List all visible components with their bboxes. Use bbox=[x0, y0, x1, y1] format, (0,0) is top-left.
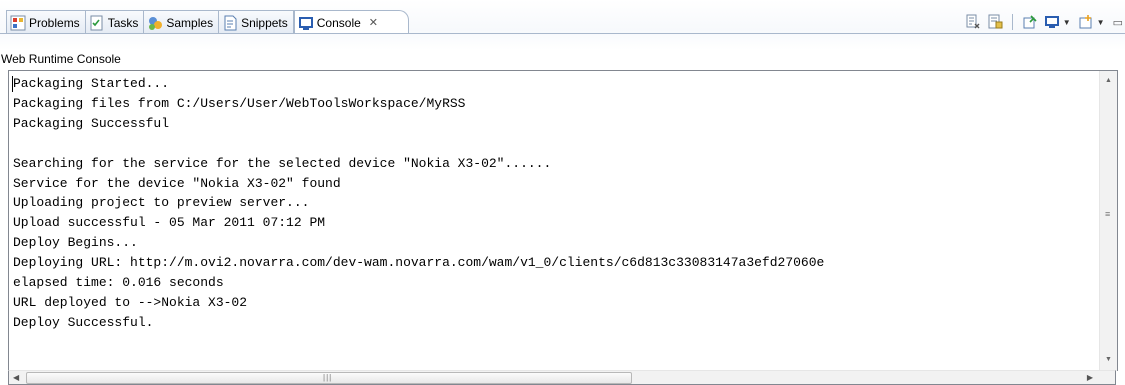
minimize-icon[interactable]: ▭ bbox=[1113, 16, 1125, 29]
tab-label: Samples bbox=[166, 15, 214, 30]
text-caret bbox=[12, 76, 13, 92]
horizontal-scrollbar[interactable]: ◀ ||| ▶ bbox=[8, 370, 1116, 385]
samples-icon bbox=[149, 16, 163, 30]
console-text[interactable]: Packaging Started... Packaging files fro… bbox=[13, 74, 824, 333]
console-line: Searching for the service for the select… bbox=[13, 155, 552, 171]
toolbar-separator bbox=[1011, 14, 1013, 30]
horizontal-scroll-thumb[interactable]: ||| bbox=[26, 372, 632, 384]
console-line: Upload successful - 05 Mar 2011 07:12 PM bbox=[13, 215, 326, 231]
tab-problems[interactable]: Problems bbox=[6, 10, 86, 34]
console-line: Packaging Successful bbox=[13, 115, 170, 131]
console-line: Packaging Started... bbox=[13, 76, 170, 91]
close-icon[interactable]: ✕ bbox=[369, 16, 378, 29]
console-line: Packaging files from C:/Users/User/WebTo… bbox=[13, 95, 466, 111]
tab-label: Tasks bbox=[107, 15, 139, 30]
problems-icon bbox=[10, 15, 26, 30]
open-console-icon[interactable] bbox=[1077, 13, 1095, 31]
tab-snippets[interactable]: Snippets bbox=[219, 10, 294, 34]
snippets-icon bbox=[224, 15, 237, 30]
view-tab-bar: Problems Tasks Samples Snippets Console … bbox=[0, 0, 1125, 50]
scroll-right-icon[interactable]: ▶ bbox=[1087, 373, 1093, 382]
tab-row: Problems Tasks Samples Snippets Console … bbox=[6, 10, 410, 34]
console-line: Deploying URL: http://m.ovi2.novarra.com… bbox=[13, 255, 825, 271]
tab-label: Console bbox=[316, 15, 361, 30]
scroll-up-icon[interactable]: ▲ bbox=[1105, 77, 1112, 84]
chevron-down-icon[interactable]: ▼ bbox=[1063, 18, 1071, 27]
display-selected-console-icon[interactable] bbox=[1043, 13, 1061, 31]
tab-divider bbox=[0, 33, 1125, 34]
console-output[interactable]: Packaging Started... Packaging files fro… bbox=[8, 70, 1118, 371]
clear-console-icon[interactable] bbox=[964, 13, 982, 31]
console-line: URL deployed to -->Nokia X3-02 bbox=[13, 294, 248, 310]
console-line: Uploading project to preview server... bbox=[13, 195, 310, 211]
console-line: Service for the device "Nokia X3-02" fou… bbox=[13, 175, 341, 191]
chevron-down-icon[interactable]: ▼ bbox=[1097, 18, 1105, 27]
tasks-icon bbox=[90, 15, 103, 30]
tab-samples[interactable]: Samples bbox=[144, 10, 220, 34]
console-icon bbox=[298, 16, 313, 30]
console-line: Deploy Begins... bbox=[13, 235, 138, 251]
scroll-down-icon[interactable]: ▼ bbox=[1105, 356, 1112, 363]
console-title: Web Runtime Console bbox=[1, 52, 121, 66]
tab-tasks[interactable]: Tasks bbox=[85, 10, 145, 34]
pin-console-icon[interactable] bbox=[1021, 13, 1039, 31]
console-line: Deploy Successful. bbox=[13, 314, 154, 330]
tab-console[interactable]: Console ✕ bbox=[293, 10, 410, 34]
tab-label: Problems bbox=[29, 15, 80, 30]
scroll-left-icon[interactable]: ◀ bbox=[13, 373, 19, 382]
scroll-grip-icon: ||| bbox=[323, 373, 333, 382]
scroll-grip-icon[interactable]: ≡ bbox=[1105, 210, 1110, 219]
scroll-lock-icon[interactable] bbox=[986, 13, 1004, 31]
vertical-scrollbar[interactable]: ▲ ≡ ▼ bbox=[1099, 71, 1117, 371]
console-line: elapsed time: 0.016 seconds bbox=[13, 275, 224, 291]
tab-label: Snippets bbox=[241, 15, 288, 30]
console-toolbar: ▼ ▼ ▭ bbox=[962, 12, 1125, 32]
